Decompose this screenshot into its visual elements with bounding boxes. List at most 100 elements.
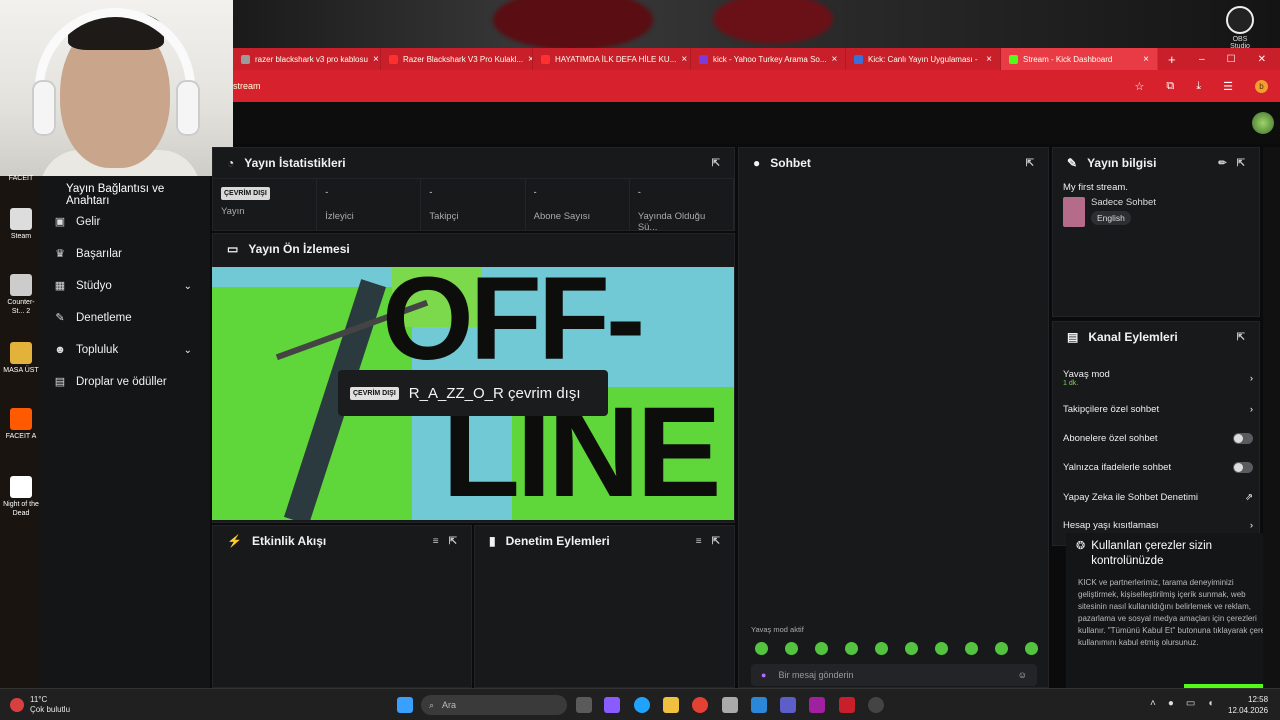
filter-icon[interactable]: ≡	[433, 536, 439, 547]
stream-key-link[interactable]: Yayın Bağlantısı ve Anahtarı	[66, 183, 210, 207]
popout-icon[interactable]: ⇱	[1237, 332, 1245, 343]
tab-close-icon[interactable]: ×	[1143, 54, 1149, 65]
tab-favicon-icon	[854, 54, 863, 64]
tab-close-icon[interactable]: ×	[986, 54, 992, 65]
emote-icon[interactable]	[995, 642, 1008, 655]
tab-close-icon[interactable]: ×	[373, 54, 379, 65]
popout-icon[interactable]: ⇱	[712, 536, 720, 547]
weather-widget[interactable]: 11°C Çok bulutlu	[10, 695, 70, 715]
sidebar-item-denetleme[interactable]: ✎ Denetleme	[40, 302, 210, 334]
chat-input[interactable]: ● Bir mesaj gönderin ☺	[751, 664, 1037, 686]
sidebar-item-basarilar[interactable]: ♛ Başarılar	[40, 238, 210, 270]
task-view-icon[interactable]	[576, 697, 592, 713]
action-ai-moderation[interactable]: Yapay Zeka ile Sohbet Denetimi ⇗	[1063, 492, 1253, 503]
browser-tab[interactable]: razer blackshark v3 pro kablosu ×	[233, 48, 381, 70]
sidebar-item-topluluk[interactable]: ☻ Topluluk ⌄	[40, 334, 210, 366]
emote-icon[interactable]	[1025, 642, 1038, 655]
file-explorer-icon[interactable]	[663, 697, 679, 713]
search-icon: ⌕	[429, 699, 435, 710]
desktop-shortcut[interactable]: Night of the Dead	[2, 476, 40, 518]
close-window-button[interactable]: ✕	[1258, 54, 1266, 65]
minimize-button[interactable]: –	[1199, 54, 1205, 65]
reading-list-icon[interactable]: ☰	[1223, 80, 1233, 93]
stat-yayin: ÇEVRİM DIŞI Yayın	[213, 179, 318, 230]
emote-icon[interactable]	[785, 642, 798, 655]
mic-icon[interactable]: ●	[761, 670, 766, 680]
address-bar[interactable]: stream ☆ ⧉ ⤓ ☰ b	[233, 70, 1280, 102]
stat-abone: - Abone Sayısı	[526, 179, 630, 230]
obs-taskbar-icon[interactable]	[868, 697, 884, 713]
extensions-icon[interactable]: ⧉	[1166, 80, 1174, 93]
emote-icon[interactable]	[815, 642, 828, 655]
action-account-age[interactable]: Hesap yaşı kısıtlaması ›	[1063, 520, 1253, 531]
emote-icon[interactable]	[845, 642, 858, 655]
browser-tab-active[interactable]: Stream - Kick Dashboard ×	[1001, 48, 1158, 70]
start-button[interactable]	[397, 697, 413, 713]
desktop-icons: FACEIT Steam Counter-St... 2 MASA ÜST FA…	[0, 174, 40, 688]
app-icon[interactable]	[809, 697, 825, 713]
maximize-button[interactable]: ☐	[1227, 54, 1236, 65]
mic-icon[interactable]: ●	[1168, 698, 1174, 709]
popout-icon[interactable]: ⇱	[1237, 158, 1245, 169]
clock[interactable]: 12:58 12.04.2026	[1228, 694, 1268, 716]
filter-icon[interactable]: ≡	[696, 536, 702, 547]
action-slow-mode[interactable]: Yavaş mod 1 dk. ›	[1063, 369, 1253, 387]
action-subscribers-only[interactable]: Abonelere özel sohbet	[1063, 433, 1253, 444]
sidebar-item-gelir[interactable]: ▣ Gelir	[40, 206, 210, 238]
star-icon[interactable]: ☆	[1135, 80, 1145, 93]
sidebar-item-studyo[interactable]: ▦ Stüdyo ⌄	[40, 270, 210, 302]
subscribers-only-toggle[interactable]	[1233, 433, 1253, 444]
panel-title: Yayın bilgisi	[1087, 156, 1157, 170]
sidebar-item-droplar[interactable]: ▤ Droplar ve ödüller	[40, 366, 210, 398]
chevron-right-icon: ›	[1249, 372, 1253, 384]
tab-close-icon[interactable]: ×	[832, 54, 838, 65]
copilot-icon[interactable]	[604, 697, 620, 713]
emote-icon[interactable]	[965, 642, 978, 655]
taskbar-search[interactable]: ⌕ Ara	[421, 695, 567, 715]
emote-icon[interactable]	[755, 642, 768, 655]
panel-title: Yayın İstatistikleri	[244, 156, 346, 170]
obs-studio-icon[interactable]: OBS Studio	[1222, 6, 1258, 50]
emotes-only-toggle[interactable]	[1233, 462, 1253, 473]
offline-badge: ÇEVRİM DIŞI	[221, 187, 270, 200]
edge-icon[interactable]	[634, 697, 650, 713]
teams-icon[interactable]	[780, 697, 796, 713]
desktop-shortcut[interactable]: FACEIT A	[2, 408, 40, 441]
chrome-icon[interactable]	[692, 697, 708, 713]
browser-tab[interactable]: kick - Yahoo Turkey Arama So... ×	[691, 48, 846, 70]
new-tab-icon[interactable]: +	[1168, 52, 1176, 67]
desktop-shortcut[interactable]: MASA ÜST	[2, 342, 40, 375]
dashboard-sidebar: Yayın Bağlantısı ve Anahtarı ▣ Gelir ♛ Baş…	[40, 176, 210, 688]
panel-title: Sohbet	[770, 156, 811, 170]
desktop-shortcut[interactable]: Steam	[2, 208, 40, 241]
browser-tab[interactable]: HAYATIMDA İLK DEFA HİLE KU... ×	[533, 48, 691, 70]
desktop-shortcut[interactable]: Counter-St... 2	[2, 274, 40, 316]
action-emotes-only[interactable]: Yalnızca ifadelerle sohbet	[1063, 462, 1253, 473]
browser-tab[interactable]: Kick: Canlı Yayın Uygulaması - ×	[846, 48, 1001, 70]
action-followers-only[interactable]: Takipçilere özel sohbet ›	[1063, 404, 1253, 415]
emote-icon[interactable]	[905, 642, 918, 655]
chevron-up-icon[interactable]: ˄	[1150, 698, 1156, 709]
desktop-shortcut[interactable]: FACEIT	[2, 174, 40, 183]
panel-title: Kanal Eylemleri	[1088, 330, 1178, 344]
app-icon[interactable]	[839, 697, 855, 713]
edit-icon[interactable]: ✏	[1218, 158, 1226, 169]
browser-tab[interactable]: Razer Blackshark V3 Pro Kulakl...×	[381, 48, 533, 70]
download-icon[interactable]: ⤓	[1196, 80, 1201, 93]
emote-icon[interactable]	[935, 642, 948, 655]
emoji-icon[interactable]: ☺	[1018, 670, 1027, 680]
popout-icon[interactable]: ⇱	[1026, 158, 1034, 169]
store-icon[interactable]	[722, 697, 738, 713]
volume-icon[interactable]: ◖	[1207, 698, 1213, 709]
wallet-icon: ▣	[54, 216, 66, 228]
emote-icon[interactable]	[875, 642, 888, 655]
address-text[interactable]: stream	[233, 81, 261, 91]
tab-close-icon[interactable]: ×	[681, 54, 687, 65]
popout-icon[interactable]: ⇱	[712, 158, 720, 169]
account-avatar[interactable]: b	[1255, 79, 1268, 93]
tab-favicon-icon	[241, 54, 250, 64]
mail-icon[interactable]	[751, 697, 767, 713]
popout-icon[interactable]: ⇱	[449, 536, 457, 547]
network-icon[interactable]: ▭	[1186, 698, 1195, 709]
user-avatar[interactable]	[1252, 112, 1274, 134]
